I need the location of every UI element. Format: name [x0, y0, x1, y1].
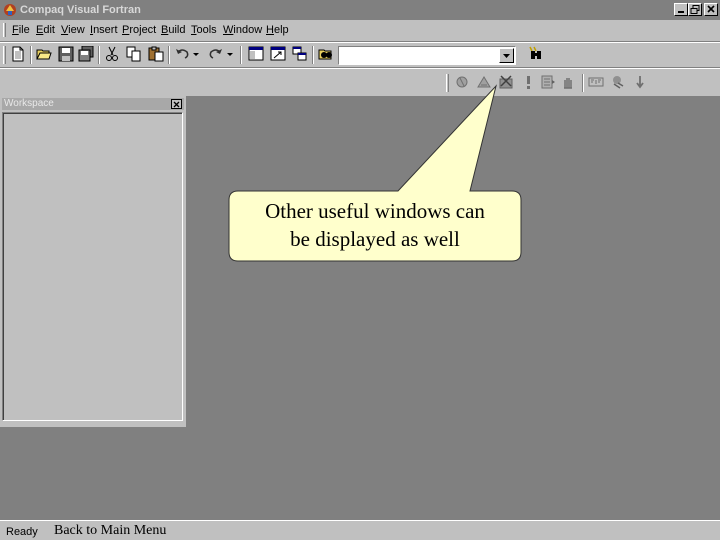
- callout-line-2: be displayed as well: [290, 227, 460, 251]
- callout-line-1: Other useful windows can: [265, 199, 485, 223]
- application-window: Compaq Visual Fortran File Edit View Ins…: [0, 0, 720, 540]
- callout-text: Other useful windows can be displayed as…: [230, 197, 520, 253]
- callout-balloon: [228, 84, 522, 262]
- status-bar: Ready Back to Main Menu: [0, 520, 720, 540]
- status-text: Ready: [6, 526, 38, 538]
- back-to-main-menu-link[interactable]: Back to Main Menu: [54, 523, 166, 539]
